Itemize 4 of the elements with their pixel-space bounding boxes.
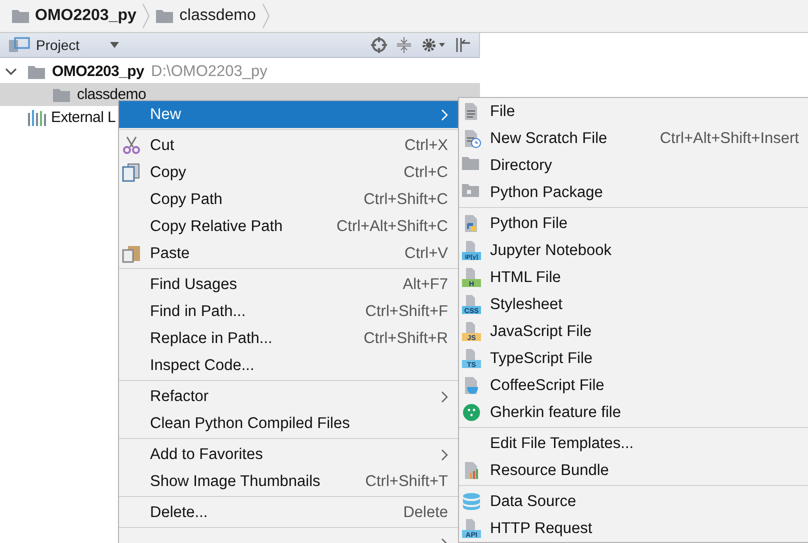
tree-item-label: classdemo (77, 86, 146, 103)
tree-item-label: External L (51, 109, 116, 126)
tree-item-label: OMO2203_py (52, 63, 144, 80)
tree-item-path: D:\OMO2203_py (151, 62, 268, 80)
